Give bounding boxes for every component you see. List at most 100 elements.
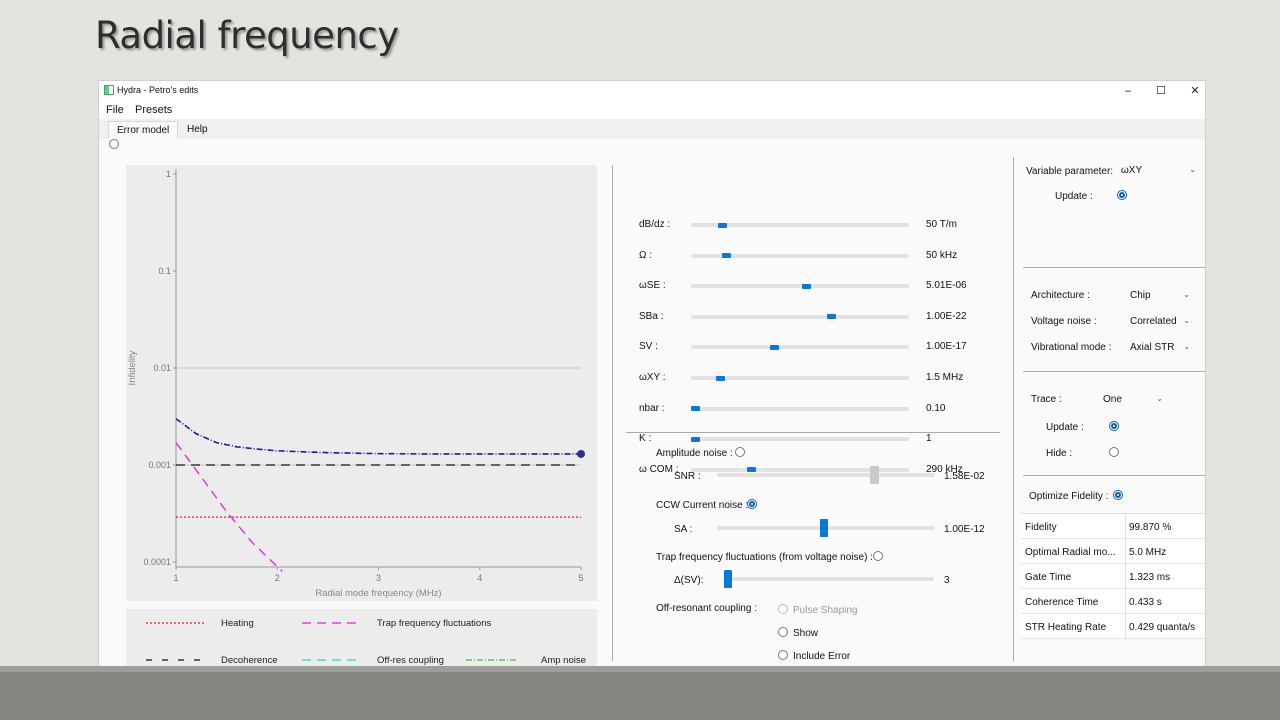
architecture-value: Chip [1130, 290, 1151, 301]
trace-update-label: Update : [1046, 422, 1084, 433]
param-label: ωSE : [639, 280, 666, 292]
param-slider[interactable] [691, 406, 909, 411]
variable-parameter-select[interactable]: ωXY ⌄ [1117, 162, 1202, 180]
param-label: ωXY : [639, 372, 666, 383]
param-label: ω COM : [639, 463, 679, 475]
param-value: 0.10 [926, 402, 946, 414]
ccw-noise-radio[interactable] [747, 499, 757, 509]
voltage-noise-select[interactable]: Correlated ⌄ [1126, 313, 1196, 331]
tab-error-model[interactable]: Error model [108, 121, 179, 139]
series-line-total [175, 418, 581, 455]
delta-sv-slider[interactable] [724, 577, 934, 581]
param-value: 50 T/m [926, 219, 957, 230]
sa-slider-handle[interactable] [819, 519, 828, 537]
include-error-radio[interactable] [778, 650, 788, 660]
result-separator [1125, 589, 1126, 614]
tab-strip: Error model Help [99, 119, 1205, 139]
param-value: 5.01E-06 [926, 280, 967, 292]
amplitude-noise-radio[interactable] [735, 447, 745, 457]
variable-parameter-value: ωXY [1121, 165, 1143, 176]
delta-sv-label: Δ(SV): [674, 575, 704, 586]
result-value: 0.429 quanta/s [1129, 622, 1196, 633]
param-slider-handle[interactable] [691, 436, 700, 442]
param-slider[interactable] [691, 437, 909, 442]
param-label: K : [639, 433, 652, 445]
x-axis-label: Radial mode frequency (MHz) [315, 588, 441, 599]
close-button[interactable]: ✕ [1180, 83, 1205, 99]
optimize-fidelity-radio[interactable] [1113, 490, 1123, 500]
menu-bar: File Presets [99, 101, 1205, 119]
trace-select[interactable]: One ⌄ [1099, 391, 1169, 409]
x-tick-label: 1 [173, 573, 178, 583]
param-label: Ω : [639, 249, 653, 261]
param-slider-handle[interactable] [716, 375, 726, 381]
param-slider[interactable] [691, 314, 909, 319]
chevron-down-icon: ⌄ [1189, 165, 1196, 174]
sa-value: 1.00E-12 [944, 524, 985, 535]
y-axis-label: Infidelity [127, 350, 138, 385]
update-label: Update : [1055, 191, 1093, 202]
param-slider-handle[interactable] [747, 467, 757, 473]
snr-slider-handle[interactable] [869, 466, 879, 484]
divider-r1 [1023, 267, 1205, 268]
divider-r3 [1023, 475, 1205, 476]
chevron-down-icon: ⌄ [1183, 290, 1190, 299]
delta-sv-slider-handle[interactable] [724, 570, 732, 588]
vibrational-mode-select[interactable]: Axial STR ⌄ [1126, 339, 1196, 357]
menu-presets[interactable]: Presets [135, 104, 172, 116]
voltage-noise-value: Correlated [1130, 316, 1177, 327]
x-tick-label: 2 [275, 573, 280, 583]
param-value: 1.5 MHz [926, 372, 964, 383]
param-label: SBa : [639, 310, 664, 322]
trace-label: Trace : [1031, 394, 1062, 405]
x-tick-label: 5 [578, 573, 583, 583]
update-radio[interactable] [1117, 190, 1127, 200]
legend-label: Heating [221, 618, 254, 629]
param-slider[interactable] [691, 345, 909, 350]
pulse-shaping-radio[interactable] [778, 604, 788, 614]
maximize-button[interactable]: ☐ [1146, 83, 1176, 99]
variable-parameter-label: Variable parameter: [1026, 166, 1114, 177]
tab-help[interactable]: Help [179, 121, 216, 139]
result-separator [1125, 614, 1126, 639]
architecture-select[interactable]: Chip ⌄ [1126, 287, 1196, 305]
trace-value: One [1103, 394, 1122, 405]
ccw-noise-label: CCW Current noise : [656, 500, 749, 511]
show-radio[interactable] [778, 627, 788, 637]
results-row: STR Heating Rate 0.429 quanta/s [1021, 614, 1205, 639]
param-slider-handle[interactable] [722, 253, 732, 259]
results-row: Coherence Time 0.433 s [1021, 589, 1205, 614]
param-slider-handle[interactable] [770, 344, 780, 350]
legend-label: Trap frequency fluctuations [377, 618, 491, 629]
param-slider-handle[interactable] [691, 406, 700, 412]
param-label: dB/dz : [639, 219, 671, 230]
param-slider-handle[interactable] [826, 314, 836, 320]
legend-label: Decoherence [221, 655, 278, 666]
slide-title: Radial frequency [95, 14, 399, 57]
voltage-noise-label: Voltage noise : [1031, 316, 1097, 327]
param-slider[interactable] [691, 284, 909, 289]
param-value: 50 kHz [926, 249, 958, 261]
results-row: Fidelity 99.870 % [1021, 514, 1205, 539]
include-error-label: Include Error [793, 651, 851, 662]
slide-footer-band [0, 666, 1280, 720]
trap-noise-radio[interactable] [873, 551, 883, 561]
param-slider-handle[interactable] [801, 283, 811, 289]
menu-file[interactable]: File [106, 104, 124, 116]
result-value: 5.0 MHz [1129, 547, 1167, 558]
snr-slider[interactable] [717, 473, 935, 477]
trace-update-radio[interactable] [1109, 421, 1119, 431]
sa-label: SA : [674, 524, 693, 535]
amplitude-noise-label: Amplitude noise : [656, 448, 733, 459]
hide-radio[interactable] [1109, 447, 1119, 457]
show-label: Show [793, 628, 819, 639]
param-slider-handle[interactable] [718, 222, 728, 228]
param-value: 1 [926, 433, 932, 445]
window-title: Hydra - Petro's edits [117, 85, 199, 95]
chevron-down-icon: ⌄ [1183, 316, 1190, 325]
result-key: STR Heating Rate [1025, 622, 1107, 633]
result-separator [1125, 514, 1126, 539]
param-value: 1.00E-17 [926, 341, 967, 353]
result-separator [1125, 564, 1126, 589]
minimize-button[interactable]: – [1113, 83, 1143, 99]
